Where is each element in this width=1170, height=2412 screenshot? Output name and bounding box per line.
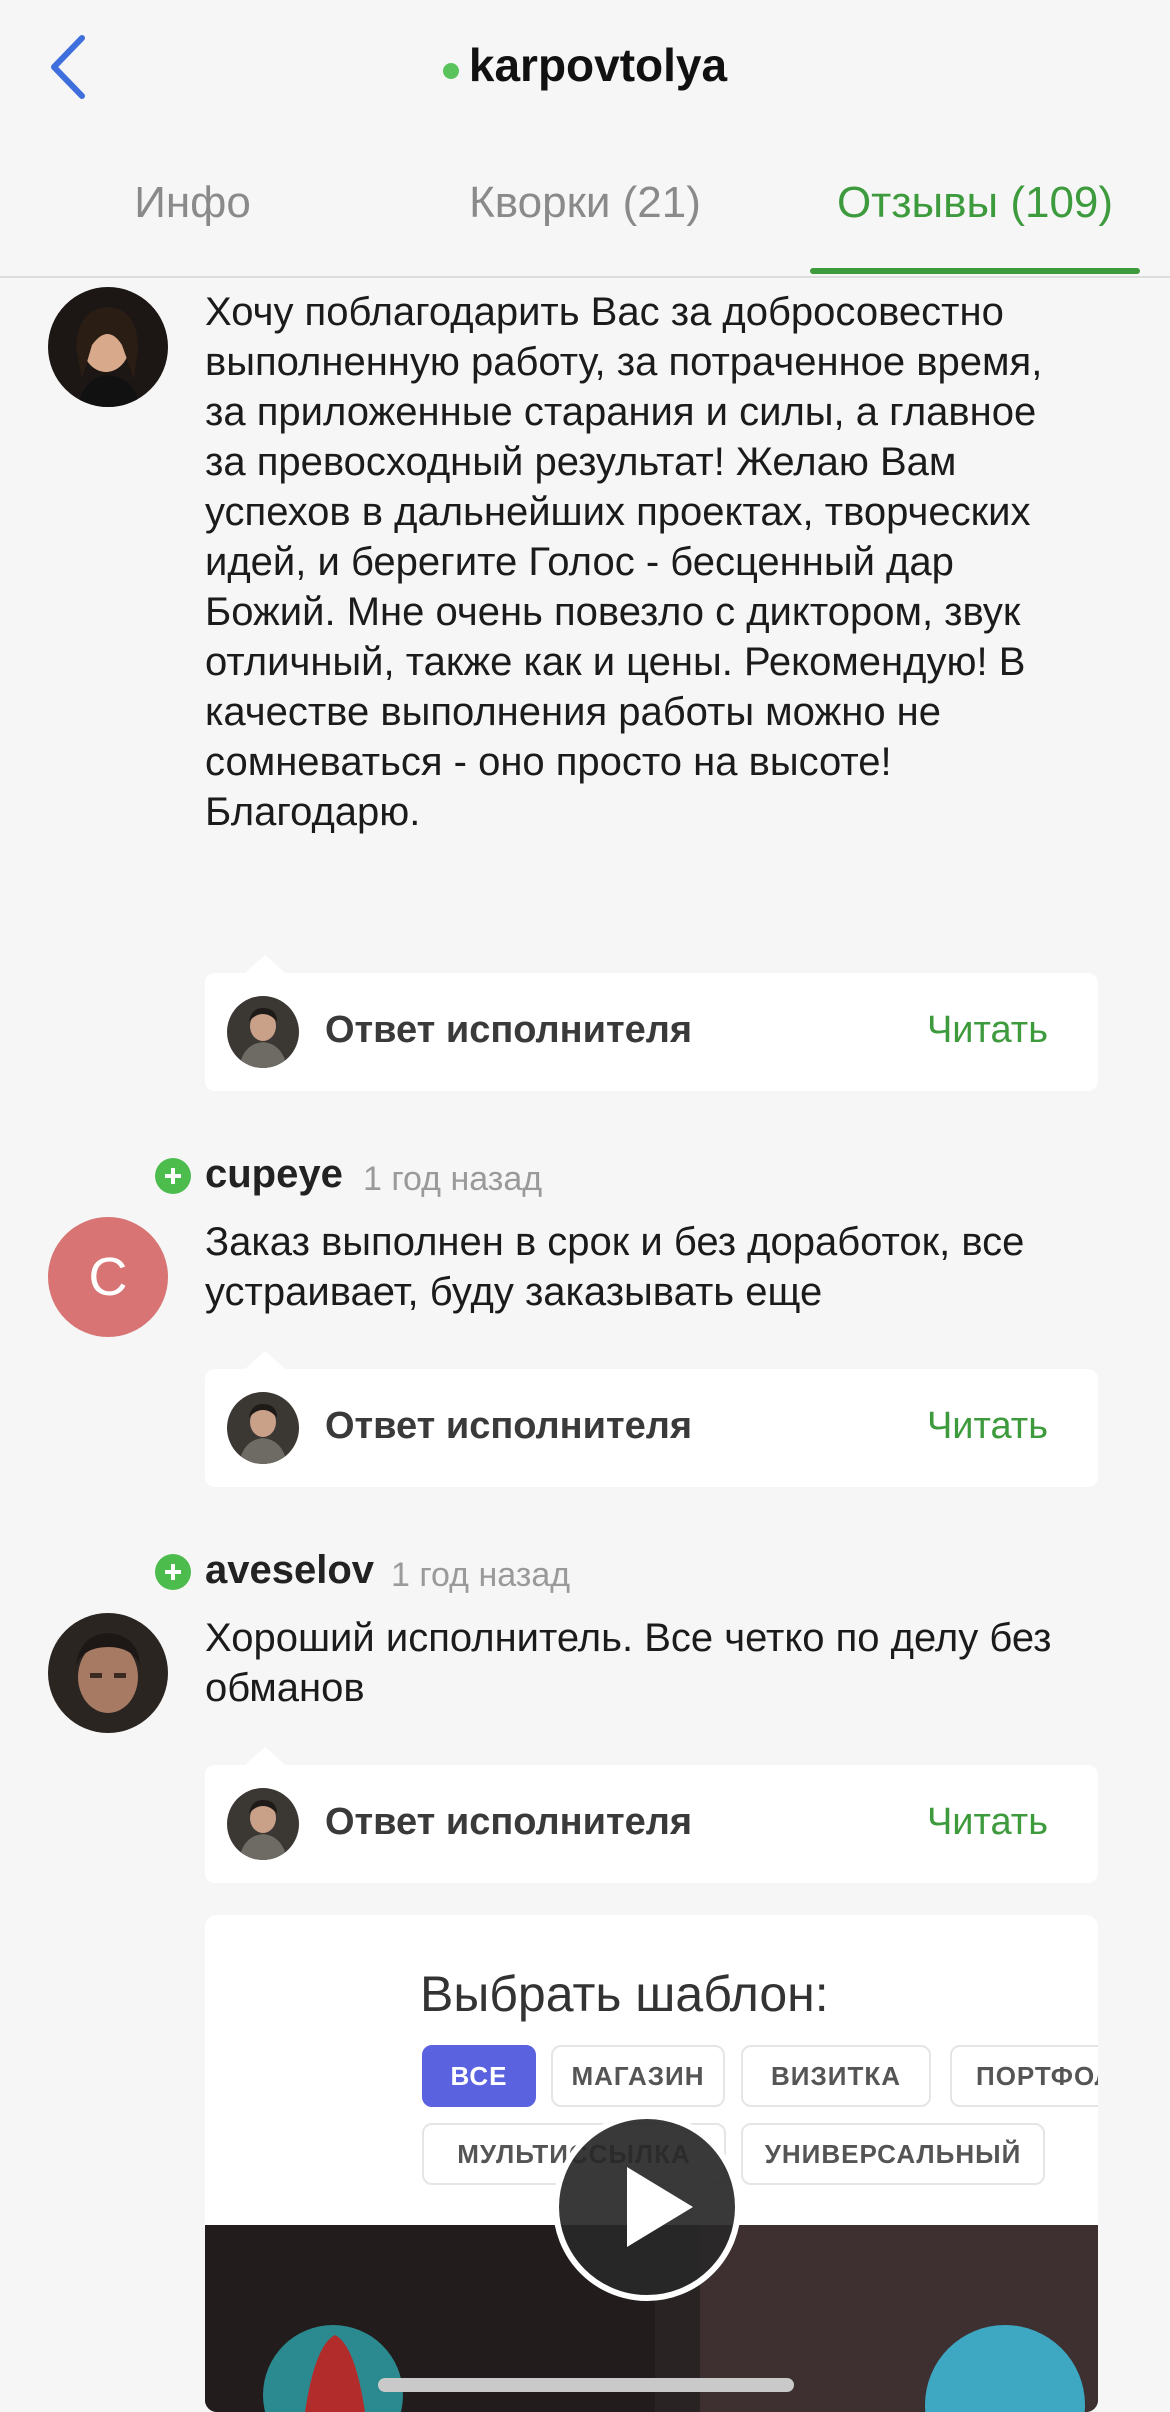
review-username[interactable]: aveselov: [205, 1548, 374, 1593]
tab-info[interactable]: Инфо: [60, 178, 325, 228]
review-author-row: cupeye 1 год назад: [155, 1152, 655, 1202]
user-photo-icon: [48, 1613, 168, 1733]
review-text: Хочу поблагодарить Вас за добросовестно …: [205, 290, 1043, 834]
seller-reply[interactable]: Ответ исполнителя Читать: [205, 1351, 1098, 1487]
review-text: Хороший исполнитель. Все четко по делу б…: [205, 1616, 1052, 1710]
review-media-preview[interactable]: Выбрать шаблон: ВСЕ МАГАЗИН ВИЗИТКА ПОРТ…: [205, 1915, 1098, 2412]
seller-avatar: [227, 1392, 299, 1464]
review-time: 1 год назад: [391, 1556, 571, 1594]
template-chip: МАГАЗИН: [551, 2045, 725, 2107]
plus-badge-icon: [155, 1158, 191, 1194]
template-chip: ПОРТФОЛИО: [950, 2045, 1098, 2107]
reply-label: Ответ исполнителя: [325, 1009, 693, 1051]
avatar[interactable]: [48, 1613, 168, 1733]
review-username[interactable]: cupeye: [205, 1152, 343, 1197]
template-chip: ВИЗИТКА: [741, 2045, 931, 2107]
read-reply-link[interactable]: Читать: [927, 1009, 1048, 1052]
tab-reviews[interactable]: Отзывы (109): [810, 178, 1140, 228]
reply-pointer: [245, 1747, 285, 1765]
seller-reply[interactable]: Ответ исполнителя Читать: [205, 955, 1098, 1091]
title-area: karpovtolya: [0, 38, 1170, 92]
avatar-letter: C: [88, 1247, 128, 1307]
read-reply-link[interactable]: Читать: [927, 1405, 1048, 1448]
reply-label: Ответ исполнителя: [325, 1405, 693, 1447]
avatar[interactable]: C: [48, 1217, 168, 1337]
review-author-row: aveselov 1 год назад: [155, 1548, 655, 1598]
review-text: Заказ выполнен в срок и без доработок, в…: [205, 1220, 1025, 1314]
media-title: Выбрать шаблон:: [420, 1966, 829, 2022]
top-bar: karpovtolya Инфо Кворки (21) Отзывы (109…: [0, 0, 1170, 278]
template-chip: УНИВЕРСАЛЬНЫЙ: [741, 2123, 1045, 2185]
seller-avatar: [227, 996, 299, 1068]
avatar[interactable]: [48, 287, 168, 407]
seller-photo-icon: [227, 1788, 299, 1860]
page-title: karpovtolya: [468, 39, 728, 91]
online-status-icon: [442, 62, 459, 79]
seller-reply[interactable]: Ответ исполнителя Читать: [205, 1747, 1098, 1883]
template-chip: ВСЕ: [422, 2045, 536, 2107]
reply-label: Ответ исполнителя: [325, 1801, 693, 1843]
seller-avatar: [227, 1788, 299, 1860]
reply-pointer: [245, 955, 285, 973]
home-indicator[interactable]: [378, 2378, 794, 2392]
read-reply-link[interactable]: Читать: [927, 1801, 1048, 1844]
play-icon: [627, 2167, 693, 2247]
tab-active-indicator: [810, 268, 1140, 274]
seller-photo-icon: [227, 1392, 299, 1464]
plus-badge-icon: [155, 1554, 191, 1590]
tab-kworks[interactable]: Кворки (21): [440, 178, 730, 228]
reply-pointer: [245, 1351, 285, 1369]
play-button[interactable]: [553, 2113, 741, 2301]
seller-photo-icon: [227, 996, 299, 1068]
user-photo-icon: [48, 287, 168, 407]
review-time: 1 год назад: [363, 1160, 543, 1198]
